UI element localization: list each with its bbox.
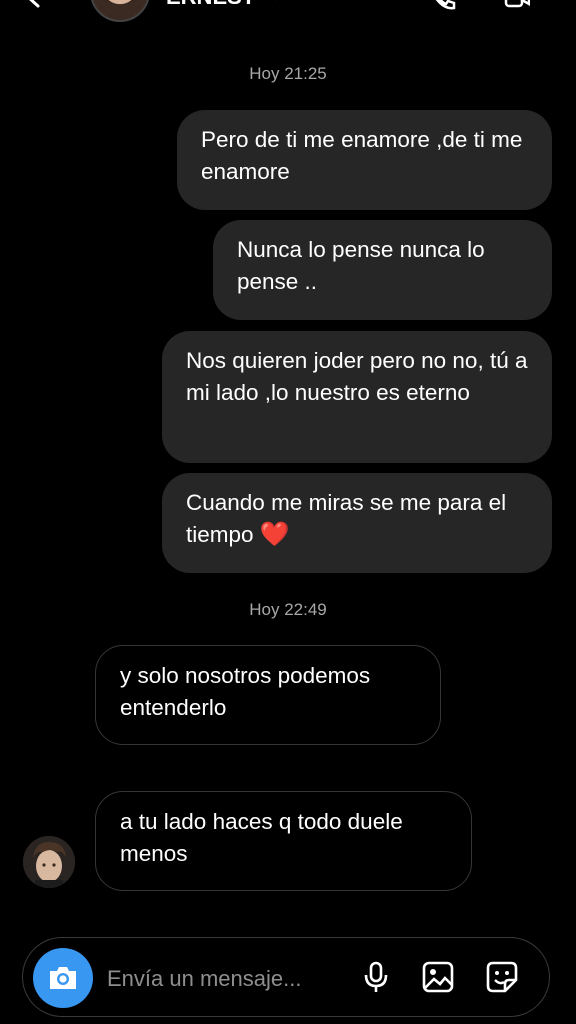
message-text: a tu lado haces q todo duele menos [120, 809, 403, 866]
message-text: Nos quieren joder pero no no, tú a mi la… [186, 348, 528, 405]
contact-name[interactable]: ERNEST [166, 0, 255, 10]
message-input[interactable] [107, 964, 337, 994]
message-text: Cuando me miras se me para el tiempo [186, 490, 507, 547]
message-bubble-outgoing[interactable]: Cuando me miras se me para el tiempo ❤️ [162, 473, 552, 573]
message-bubble-outgoing[interactable]: Pero de ti me enamore ,de ti me enamore [177, 110, 552, 210]
microphone-icon[interactable] [359, 960, 393, 994]
avatar-photo-icon [23, 836, 75, 888]
gallery-icon[interactable] [421, 960, 455, 994]
message-composer [22, 937, 550, 1017]
back-arrow-icon[interactable] [22, 0, 44, 8]
camera-icon [50, 967, 76, 989]
chat-header: ERNEST ❤ [0, 0, 576, 24]
header-avatar[interactable] [90, 0, 150, 22]
message-bubble-outgoing[interactable]: Nunca lo pense nunca lo pense .. [213, 220, 552, 320]
message-text: Pero de ti me enamore ,de ti me enamore [201, 127, 523, 184]
message-text: Nunca lo pense nunca lo pense .. [237, 237, 485, 294]
timestamp: Hoy 22:49 [249, 600, 327, 619]
sender-avatar[interactable] [23, 836, 75, 888]
sticker-icon[interactable] [485, 960, 519, 994]
message-bubble-incoming[interactable]: a tu lado haces q todo duele menos [95, 791, 472, 891]
message-bubble-outgoing[interactable]: Nos quieren joder pero no no, tú a mi la… [162, 331, 552, 463]
video-icon[interactable] [504, 0, 530, 10]
heart-emoji: ❤️ [259, 521, 290, 548]
timestamp: Hoy 21:25 [249, 64, 327, 83]
name-heart-icon: ❤ [268, 0, 283, 7]
message-text: y solo nosotros podemos entenderlo [120, 663, 371, 720]
camera-button[interactable] [33, 948, 93, 1008]
phone-icon[interactable] [430, 0, 456, 10]
message-bubble-incoming[interactable]: y solo nosotros podemos entenderlo [95, 645, 441, 745]
